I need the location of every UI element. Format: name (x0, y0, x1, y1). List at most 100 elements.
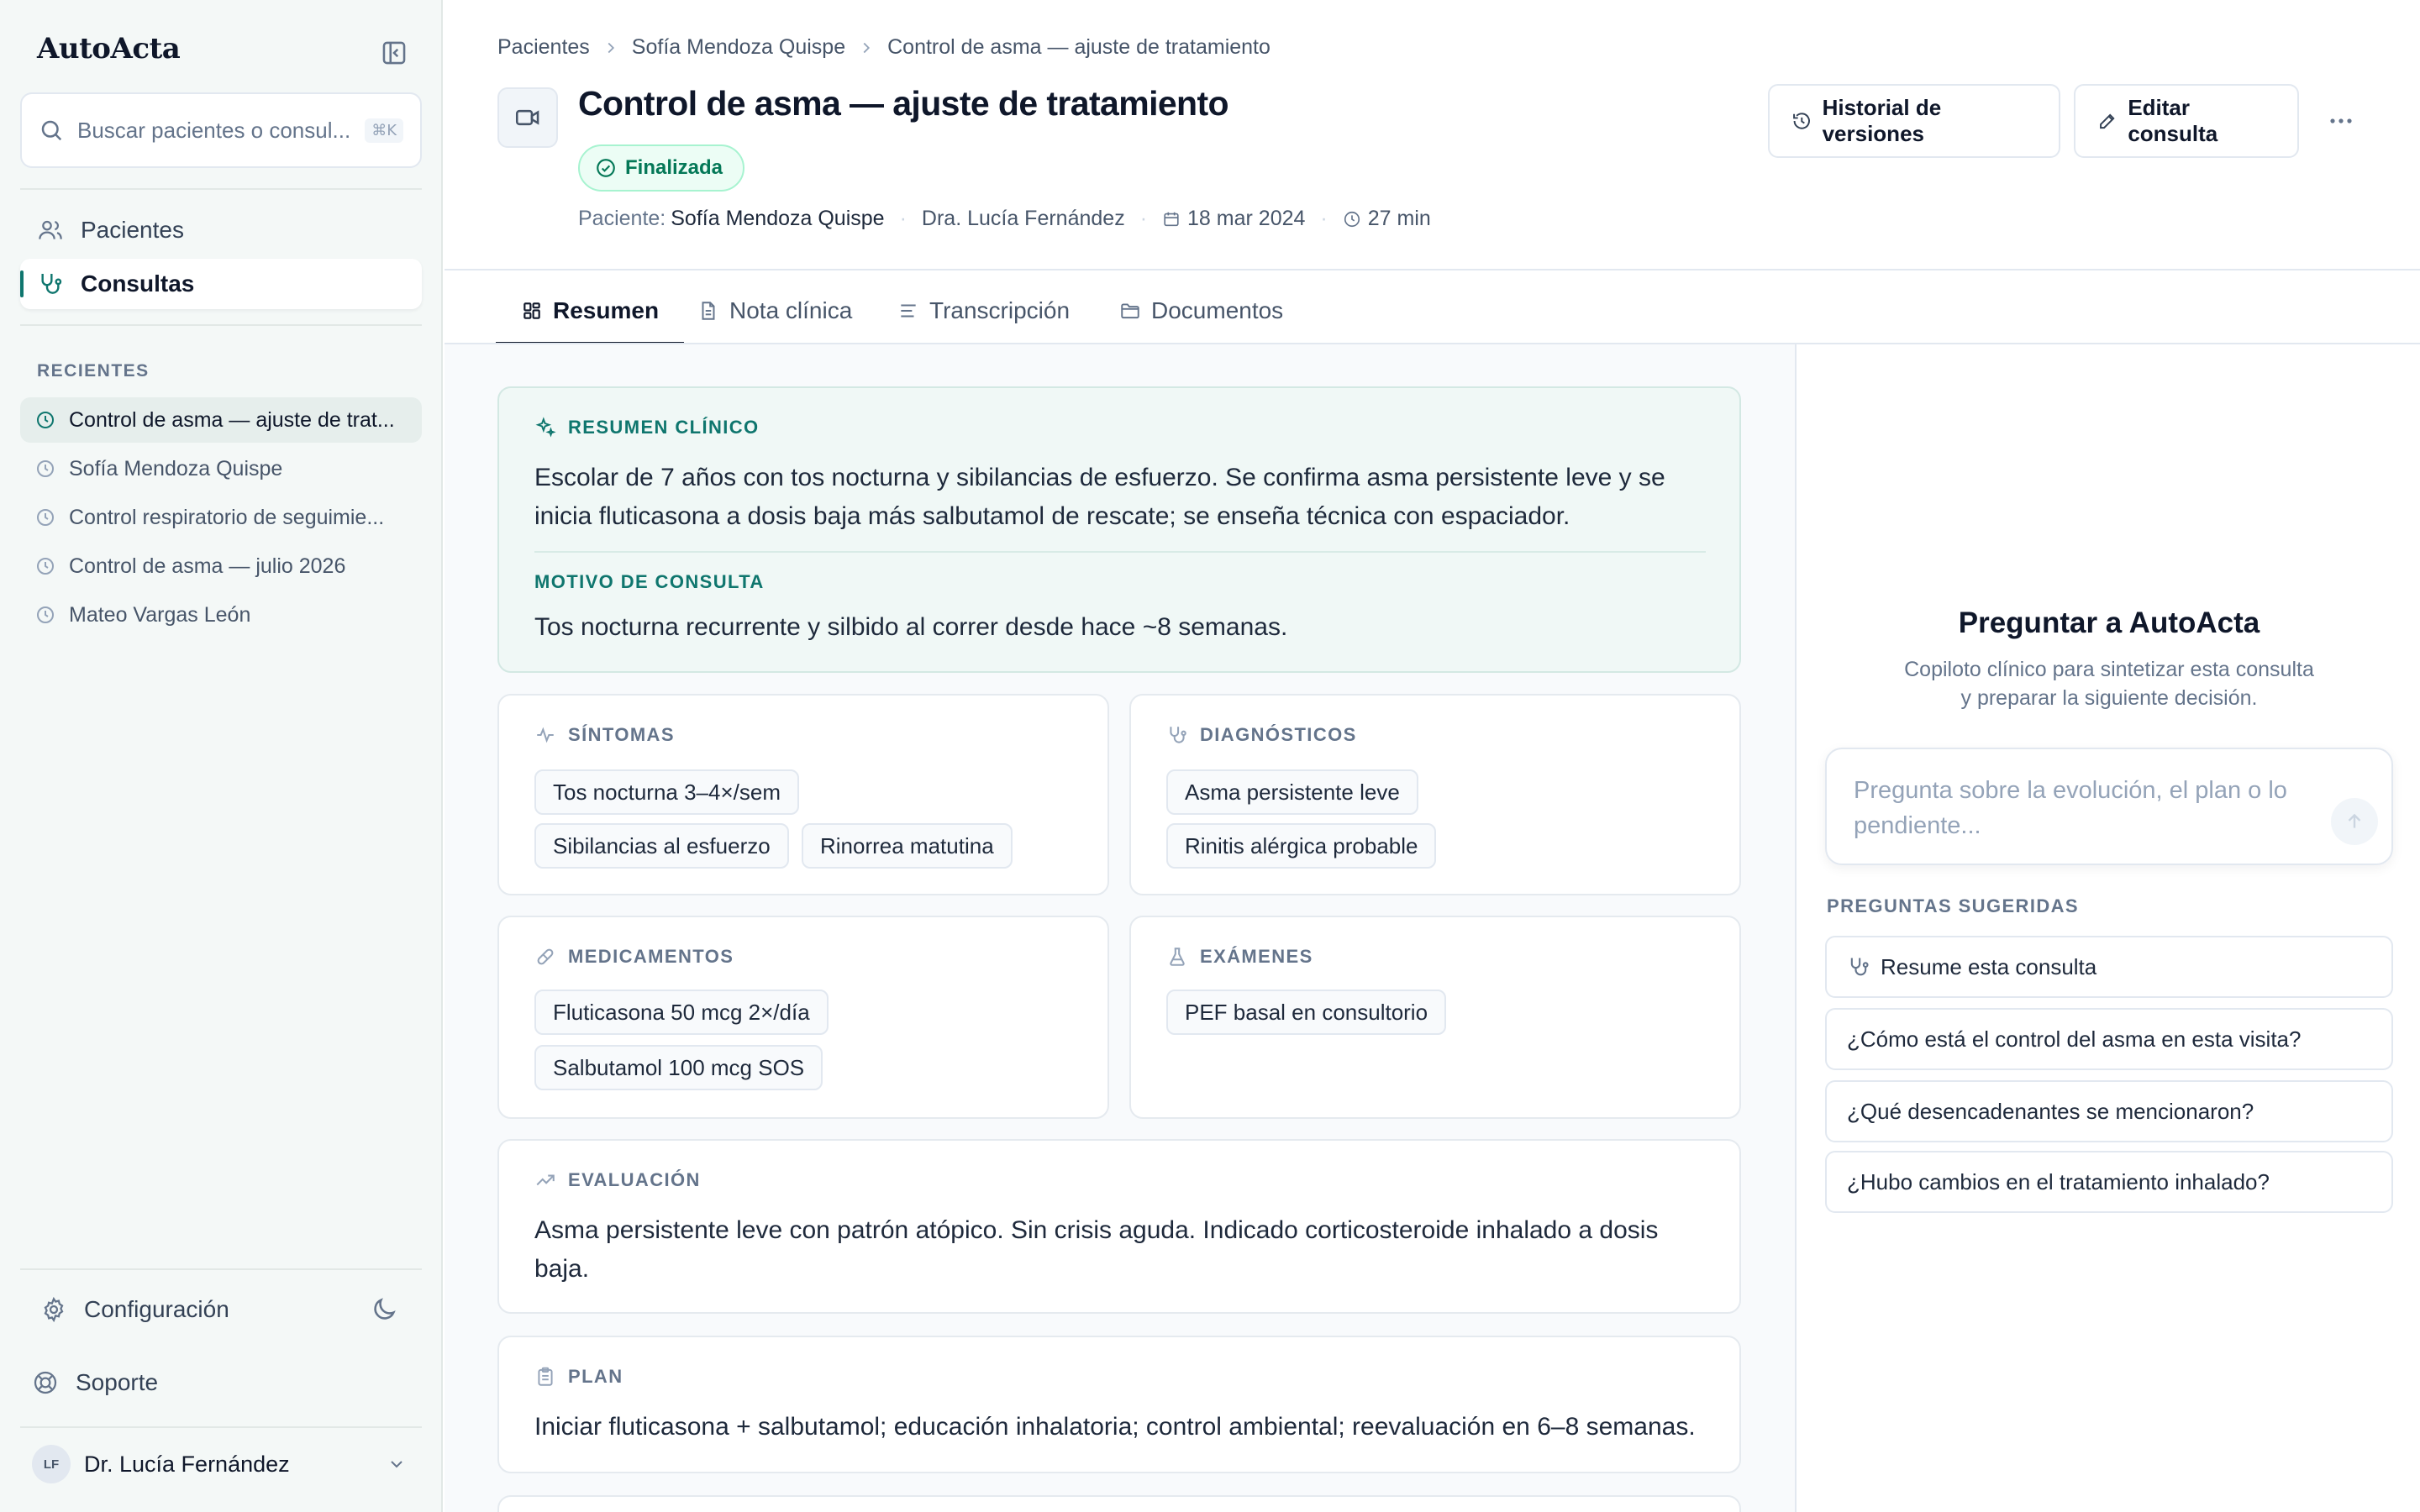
breadcrumb-item-current: Control de asma — ajuste de tratamiento (887, 35, 1270, 59)
avatar: LF (32, 1445, 71, 1483)
sidebar-divider (20, 324, 422, 326)
recent-item[interactable]: Mateo Vargas León (20, 592, 422, 638)
settings-label: Configuración (84, 1296, 229, 1322)
recent-item[interactable]: Control de asma — ajuste de trat... (20, 397, 422, 443)
sidebar-item-label: Pacientes (81, 217, 184, 243)
clinical-summary-label: RESUMEN CLÍNICO (534, 417, 760, 438)
evaluation-text: Asma persistente leve con patrón atópico… (534, 1216, 1659, 1283)
lifebuoy-icon (32, 1369, 59, 1396)
plan-text: Iniciar fluticasona + salbutamol; educac… (534, 1413, 1696, 1441)
tab-transcripcion[interactable]: Transcripción (897, 277, 1070, 344)
edit-consult-button[interactable]: Editar consulta (2074, 84, 2299, 158)
settings-link[interactable]: Configuración (20, 1283, 422, 1336)
consult-reason-text: Tos nocturna recurrente y silbido al cor… (534, 613, 1288, 641)
clock-icon (35, 459, 55, 479)
sidebar-item-consultas[interactable]: Consultas (20, 259, 422, 309)
brand-logo[interactable]: AutoActa (37, 32, 181, 66)
recent-item[interactable]: Control de asma — julio 2026 (20, 543, 422, 589)
recent-section-label: RECIENTES (37, 361, 150, 381)
pulse-icon (537, 727, 554, 743)
calendar-icon (1162, 210, 1181, 228)
clinical-summary-text: Escolar de 7 años con tos nocturna y sib… (534, 464, 1665, 530)
plan-label: PLAN (534, 1366, 623, 1388)
search-icon (39, 118, 64, 143)
page-title: Control de asma — ajuste de tratamiento (578, 84, 1229, 123)
tab-label: Resumen (553, 297, 660, 323)
tab-resumen[interactable]: Resumen (495, 277, 685, 345)
symptoms-card: SÍNTOMAS Tos nocturna 3–4×/sem Sibilanci… (497, 694, 1109, 895)
diagnoses-card: DIAGNÓSTICOS Asma persistente leve Rinit… (1129, 694, 1741, 895)
clock-icon (35, 556, 55, 576)
version-history-button[interactable]: Historial de versiones (1768, 84, 2060, 158)
exams-label: EXÁMENES (1166, 946, 1313, 968)
ask-panel-subtitle: Copiloto clínico para sintetizar esta co… (1904, 658, 2314, 710)
sidebar-item-pacientes[interactable]: Pacientes (20, 205, 422, 255)
sidebar-divider (20, 1268, 422, 1270)
clock-icon (35, 507, 55, 528)
collapse-sidebar-icon[interactable] (380, 39, 408, 67)
support-link[interactable]: Soporte (20, 1356, 422, 1410)
clock-icon (35, 605, 55, 625)
chevron-right-icon (602, 39, 620, 57)
grid-icon (523, 302, 540, 319)
ask-input[interactable]: Pregunta sobre la evolución, el plan o l… (1825, 748, 2393, 865)
user-menu[interactable]: LF Dr. Lucía Fernández (20, 1438, 422, 1490)
more-options-icon[interactable] (2323, 104, 2360, 138)
tab-label: Transcripción (929, 297, 1071, 323)
suggested-question[interactable]: ¿Qué desencadenantes se mencionaron? (1825, 1080, 2393, 1142)
arrow-up-icon (2348, 813, 2361, 828)
diagnosis-chip: Rinitis alérgica probable (1166, 823, 1437, 869)
medication-chip: Salbutamol 100 mcg SOS (534, 1045, 823, 1090)
send-button[interactable] (2331, 798, 2378, 845)
tab-label: Documentos (1151, 297, 1284, 323)
folder-icon (1121, 303, 1139, 319)
pencil-icon (2100, 113, 2115, 129)
patient-label: Paciente: (578, 207, 666, 230)
users-icon (37, 217, 64, 244)
recent-item-label: Sofía Mendoza Quispe (69, 456, 283, 480)
symptom-chip: Sibilancias al esfuerzo (534, 823, 789, 869)
lines-icon (901, 304, 916, 318)
search-input[interactable]: Buscar pacientes o consul... ⌘K (20, 92, 422, 168)
consult-date: 18 mar 2024 (1187, 207, 1306, 230)
suggested-question[interactable]: Resume esta consulta (1825, 936, 2393, 998)
recent-item-label: Control de asma — ajuste de trat... (69, 407, 395, 432)
consult-meta: Paciente: Sofía Mendoza Quispe · Dra. Lu… (578, 207, 1431, 231)
video-consult-icon (497, 87, 558, 148)
edit-consult-label: Editar consulta (2128, 95, 2218, 146)
version-history-label: Historial de versiones (1822, 95, 1942, 146)
plan-card: PLAN Iniciar fluticasona + salbutamol; e… (497, 1336, 1741, 1473)
gear-icon (40, 1296, 67, 1323)
status-badge: Finalizada (578, 144, 745, 192)
clock-icon (1343, 210, 1361, 228)
chevron-right-icon (857, 39, 876, 57)
suggested-question[interactable]: ¿Hubo cambios en el tratamiento inhalado… (1825, 1151, 2393, 1213)
sidebar-item-label: Consultas (81, 270, 195, 297)
tab-nota-clinica[interactable]: Nota clínica (697, 277, 852, 344)
suggested-questions-label: PREGUNTAS SUGERIDAS (1827, 895, 2079, 916)
suggested-question[interactable]: ¿Cómo está el control del asma en esta v… (1825, 1008, 2393, 1070)
moon-icon[interactable] (370, 1295, 398, 1324)
breadcrumb-item-pacientes[interactable]: Pacientes (497, 35, 590, 60)
sidebar-divider (20, 1426, 422, 1428)
exams-card: EXÁMENES PEF basal en consultorio (1129, 916, 1741, 1119)
consult-duration: 27 min (1367, 207, 1431, 230)
stethoscope-icon (1850, 958, 1869, 976)
trending-up-icon (536, 1174, 555, 1186)
evaluation-card: EVALUACIÓN Asma persistente leve con pat… (497, 1139, 1741, 1314)
history-icon (1793, 113, 1810, 129)
medications-label: MEDICAMENTOS (534, 946, 734, 968)
ask-autoacta-panel: Preguntar a AutoActa Copiloto clínico pa… (1795, 344, 2420, 1512)
meta-separator: · (1320, 207, 1328, 230)
evaluation-label: EVALUACIÓN (534, 1169, 701, 1191)
breadcrumb-item-patient[interactable]: Sofía Mendoza Quispe (632, 35, 845, 60)
ask-input-placeholder: Pregunta sobre la evolución, el plan o l… (1854, 777, 2287, 839)
user-name: Dr. Lucía Fernández (84, 1451, 290, 1477)
recent-item[interactable]: Control respiratorio de seguimie... (20, 495, 422, 540)
tab-documentos[interactable]: Documentos (1119, 277, 1283, 344)
patient-name[interactable]: Sofía Mendoza Quispe (671, 207, 884, 231)
recent-item[interactable]: Sofía Mendoza Quispe (20, 446, 422, 491)
stethoscope-icon (37, 270, 64, 297)
pill-icon (537, 948, 554, 965)
meta-separator: · (899, 207, 907, 230)
